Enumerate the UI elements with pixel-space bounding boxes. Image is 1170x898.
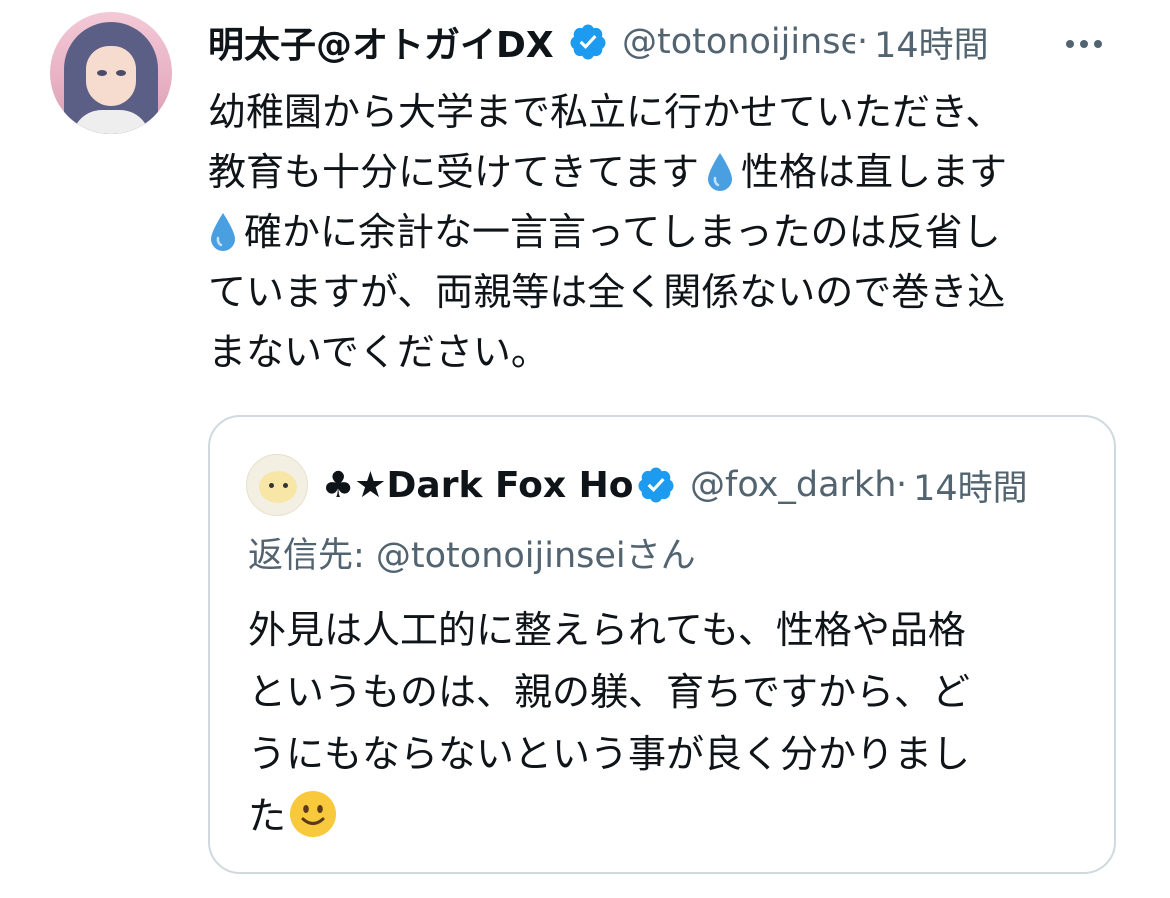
tweet-header: 明太子@オトガイDX @totonoijinsei · 14時間 [208, 16, 1108, 68]
tweet-line: まないでください。 [208, 330, 549, 374]
tweet-line: 幼稚園から大学まで私立に行かせていただき、 [208, 90, 1004, 134]
quoted-tweet[interactable]: ♣★Dark Fox Hole @fox_darkhole · 14時間 返信先… [208, 415, 1116, 874]
droplet-emoji-icon [211, 213, 235, 251]
author-handle[interactable]: @totonoijinsei [622, 22, 855, 62]
tweet-line: ていますが、両親等は全く関係ないので巻き込 [208, 270, 1006, 314]
quoted-line-part: た [248, 794, 287, 838]
quoted-line: た [248, 785, 1068, 847]
quoted-avatar[interactable] [246, 454, 308, 516]
tweet-line-part: 確かに余計な一言言ってしまったのは反省し [244, 210, 1001, 254]
quoted-line: うにもならないという事が良く分かりまし [248, 732, 971, 776]
smile-emoji-icon [290, 791, 337, 837]
more-dot [1094, 40, 1102, 48]
more-icon[interactable] [1066, 40, 1102, 48]
avatar[interactable] [50, 12, 172, 134]
quoted-timestamp[interactable]: 14時間 [913, 460, 1028, 511]
timestamp[interactable]: 14時間 [874, 17, 989, 68]
more-dot [1066, 40, 1074, 48]
verified-badge-icon [638, 467, 674, 503]
more-dot [1080, 40, 1088, 48]
quoted-header: ♣★Dark Fox Hole @fox_darkhole · 14時間 [246, 454, 1028, 516]
verified-badge-icon [570, 24, 606, 60]
avatar-eye [269, 483, 274, 488]
tweet-line-part: 性格は直します [740, 150, 1007, 194]
tweet-text: 幼稚園から大学まで私立に行かせていただき、 教育も十分に受けてきてます 性格は直し… [208, 82, 1128, 382]
quoted-author-name[interactable]: ♣★Dark Fox Hole [322, 465, 634, 506]
quoted-text: 外見は人工的に整えられても、性格や品格 というものは、親の躾、育ちですから、ど … [248, 599, 1068, 847]
author-name[interactable]: 明太子@オトガイDX [208, 16, 566, 68]
tweet-line-part: 教育も十分に受けてきてます [208, 150, 699, 194]
avatar-eye [97, 70, 107, 76]
reply-to[interactable]: 返信先: @totonoijinseiさん [248, 527, 696, 578]
separator-dot: · [857, 22, 869, 62]
avatar-face [86, 46, 136, 106]
tweet-line: 教育も十分に受けてきてます 性格は直します [208, 142, 1128, 202]
quoted-line: というものは、親の躾、育ちですから、ど [248, 670, 971, 714]
avatar-chick [259, 471, 297, 503]
droplet-emoji-icon [707, 153, 732, 191]
separator-dot: · [896, 465, 908, 505]
quoted-author-handle[interactable]: @fox_darkhole [690, 465, 894, 505]
tweet-line: 確かに余計な一言言ってしまったのは反省し [208, 202, 1128, 262]
quoted-line: 外見は人工的に整えられても、性格や品格 [248, 608, 966, 652]
avatar-eye [283, 483, 288, 488]
avatar-eye [116, 70, 126, 76]
